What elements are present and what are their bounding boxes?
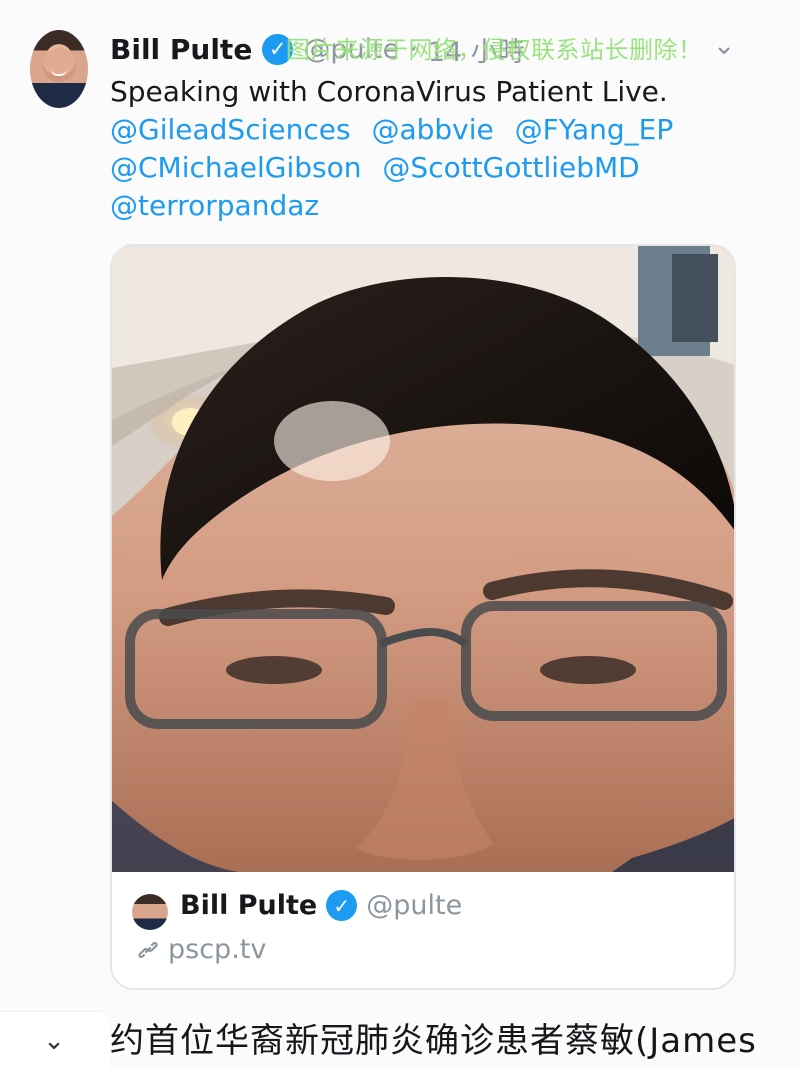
tweet-screenshot-page: Bill Pulte ✓ @pulte · 14 小時 图片来源于网络，侵权联系… — [0, 0, 800, 1080]
card-verified-badge-icon: ✓ — [326, 890, 358, 921]
bottom-edge — [0, 1070, 800, 1080]
mention-fyang-ep[interactable]: @FYang_EP — [515, 111, 674, 149]
mention-scottgottliebmd[interactable]: @ScottGottliebMD — [382, 149, 639, 187]
avatar-face — [42, 48, 76, 82]
author-name[interactable]: Bill Pulte — [110, 33, 252, 66]
card-link-text[interactable]: pscp.tv — [168, 934, 266, 965]
card-author-name[interactable]: Bill Pulte — [180, 890, 317, 921]
chevron-down-icon: ⌄ — [43, 1026, 65, 1056]
chevron-down-icon[interactable]: ⌄ — [710, 32, 738, 59]
video-frame[interactable] — [112, 246, 734, 872]
collapse-button[interactable]: ⌄ — [0, 1012, 110, 1070]
card-author-avatar[interactable] — [132, 894, 168, 930]
card-link-row[interactable]: pscp.tv — [136, 934, 266, 965]
tweet-media-card[interactable]: Bill Pulte ✓ @pulte pscp.tv — [110, 244, 736, 990]
mention-cmichaelgibson[interactable]: @CMichaelGibson — [110, 149, 362, 187]
link-icon — [138, 941, 158, 958]
video-frame-illustration — [112, 246, 734, 872]
watermark-text: 图片来源于网络，侵权联系站长删除！ — [286, 36, 703, 64]
profile-avatar[interactable] — [30, 30, 88, 108]
mention-gileadsciences[interactable]: @GileadSciences — [110, 111, 351, 149]
mention-terrorpandaz[interactable]: @terrorpandaz — [110, 187, 319, 225]
tweet-mentions: @GileadSciences @abbvie @FYang_EP @CMich… — [110, 111, 760, 225]
card-author-row: Bill Pulte ✓ @pulte — [180, 890, 462, 921]
mention-abbvie[interactable]: @abbvie — [371, 111, 493, 149]
card-author-handle[interactable]: @pulte — [366, 890, 462, 921]
tweet-body-text: Speaking with CoronaVirus Patient Live. — [110, 75, 668, 108]
bottom-caption: 约首位华裔新冠肺炎确诊患者蔡敏(James — [110, 1021, 757, 1061]
card-footer[interactable]: Bill Pulte ✓ @pulte pscp.tv — [112, 872, 734, 988]
